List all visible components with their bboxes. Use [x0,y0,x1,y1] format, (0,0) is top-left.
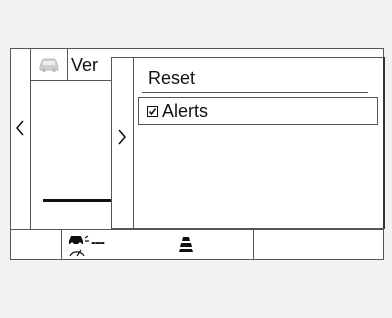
header-divider [67,49,68,81]
background-indicator-line [43,199,113,202]
lane-assist-icon [179,235,193,258]
speed-readout: --- [91,234,105,251]
menu-item-label: Alerts [162,100,209,121]
background-panel-header: Ver [31,49,113,81]
background-panel-title: Ver [71,55,99,75]
menu-title: Reset [148,68,196,88]
status-divider [61,230,62,260]
chevron-left-icon[interactable] [15,119,25,141]
adaptive-cruise-icon [65,232,91,263]
chevron-right-icon[interactable] [117,128,127,150]
menu-nav-column [112,58,134,228]
status-divider [253,230,254,260]
status-bar: --- [11,229,383,260]
display-screen: Ver Reset Alerts --- [10,48,385,260]
back-nav-column [11,49,31,229]
menu-title-underline [142,92,368,93]
menu-item-alerts[interactable]: Alerts [138,97,378,125]
checkbox-checked-icon[interactable] [147,105,158,117]
settings-menu-overlay: Reset Alerts [111,57,385,229]
car-icon [37,57,61,78]
